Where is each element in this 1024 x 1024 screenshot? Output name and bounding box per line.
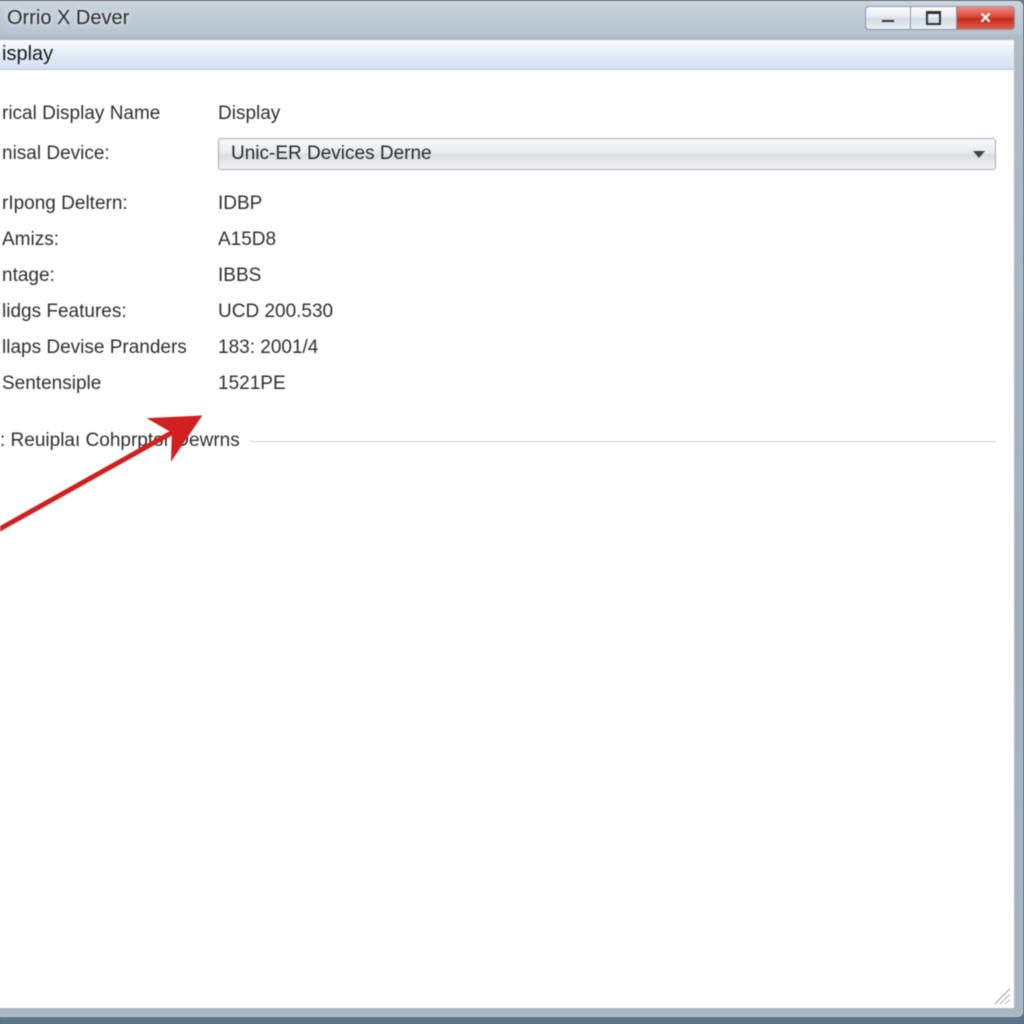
maximize-button[interactable]: [911, 6, 957, 30]
window-title: Orrio X Dever: [0, 7, 865, 30]
property-label: Amizs:: [0, 229, 218, 251]
section-title: : Reuiplaı Cohprptor Dewrns: [0, 430, 240, 452]
minimize-button[interactable]: [865, 6, 911, 30]
content-panel: rical Display Name Display nisal Device:…: [0, 70, 1014, 464]
property-label: ntage:: [0, 265, 218, 287]
row-property: llaps Devise Pranders 183: 2001/4: [0, 330, 996, 366]
property-value: A15D8: [218, 229, 276, 251]
property-label: rIpong Deltern:: [0, 193, 218, 215]
panel-header-text: isplay: [2, 43, 53, 66]
client-area: isplay rical Display Name Display nisal …: [0, 39, 1015, 1009]
row-property: rIpong Deltern: IDBP: [0, 186, 996, 222]
row-property: ntage: IBBS: [0, 258, 996, 294]
property-value: IDBP: [218, 193, 262, 215]
row-property: Sentensiple 1521PE: [0, 366, 996, 402]
section-divider: : Reuiplaı Cohprptor Dewrns: [0, 430, 996, 452]
titlebar[interactable]: Orrio X Dever: [0, 1, 1023, 35]
chevron-down-icon: [973, 151, 985, 158]
property-value: IBBS: [218, 265, 261, 287]
row-device: nisal Device: Unic-ER Devices Derne: [0, 136, 996, 172]
device-combobox[interactable]: Unic-ER Devices Derne: [218, 138, 996, 170]
divider-line: [250, 441, 996, 442]
property-label: lidgs Features:: [0, 301, 218, 323]
device-combobox-value: Unic-ER Devices Derne: [231, 143, 432, 165]
row-property: Amizs: A15D8: [0, 222, 996, 258]
row-property: lidgs Features: UCD 200.530: [0, 294, 996, 330]
row-display-name: rical Display Name Display: [0, 96, 996, 132]
value-display-name: Display: [218, 103, 280, 125]
property-value: UCD 200.530: [218, 301, 333, 323]
resize-grip-icon[interactable]: [992, 986, 1010, 1004]
property-value: 1521PE: [218, 373, 286, 395]
property-value: 183: 2001/4: [218, 337, 318, 359]
label-device: nisal Device:: [0, 143, 218, 165]
app-window: Orrio X Dever isplay rical Display Name …: [0, 0, 1024, 1018]
property-label: llaps Devise Pranders: [0, 337, 218, 359]
window-controls: [865, 6, 1015, 30]
label-display-name: rical Display Name: [0, 103, 218, 125]
close-button[interactable]: [957, 6, 1015, 30]
panel-header: isplay: [0, 40, 1014, 70]
property-label: Sentensiple: [0, 373, 218, 395]
